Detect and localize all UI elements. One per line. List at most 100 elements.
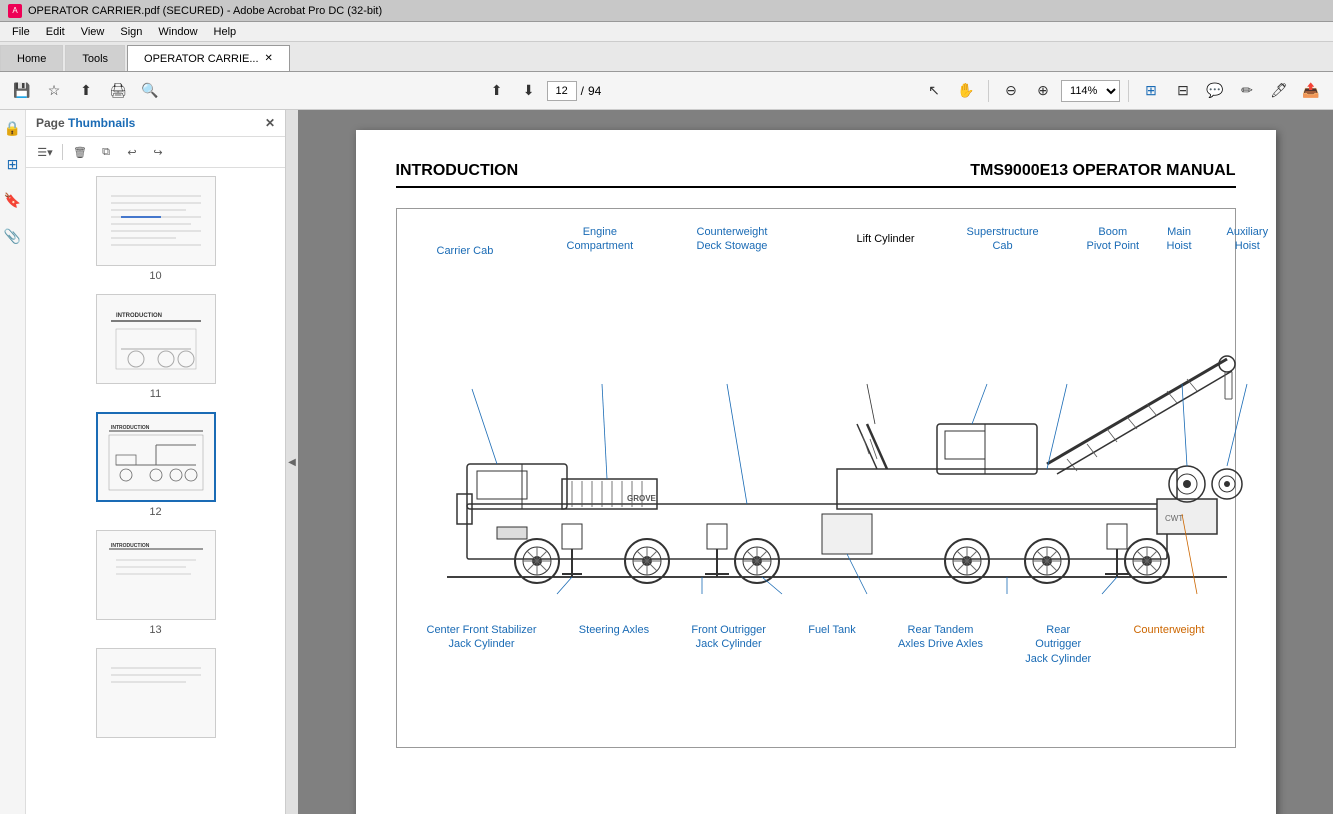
label-center-front-stab: Center Front StabilizerJack Cylinder [427,623,537,666]
top-labels-row: Carrier Cab EngineCompartment Counterwei… [407,225,1225,305]
diagram-container: Carrier Cab EngineCompartment Counterwei… [396,208,1236,748]
sidebar-close-icon[interactable]: ✕ [265,116,275,130]
page-nav: / 94 [547,81,602,101]
label-counterweight-deck: CounterweightDeck Stowage [697,225,768,254]
zoom-in-button[interactable]: ⊕ [1029,77,1057,105]
label-rear-tandem: Rear TandemAxles Drive Axles [898,623,983,666]
label-lift-cylinder: Lift Cylinder [857,233,915,245]
total-pages: 94 [588,84,601,98]
menu-help[interactable]: Help [206,24,245,40]
tab-bar: Home Tools OPERATOR CARRIE... ✕ [0,42,1333,72]
label-fuel-tank: Fuel Tank [808,623,856,666]
thumb-img-11: INTRODUCTION [96,294,216,384]
organize-button[interactable]: ⊟ [1169,77,1197,105]
toolbar: 💾 ☆ ⬆ 🖨 🔍 ⬆ ⬇ / 94 ↖ ✋ ⊖ ⊕ 114% 100% 75%… [0,72,1333,110]
title-bar: A OPERATOR CARRIER.pdf (SECURED) - Adobe… [0,0,1333,22]
sidebar-header-page-label: Page [36,116,68,130]
sidebar-header: Page Thumbnails ✕ [26,110,285,137]
menu-window[interactable]: Window [150,24,205,40]
save-button[interactable]: 💾 [8,77,36,105]
sidebar-delete-button[interactable]: 🗑 [69,141,91,163]
sidebar-collapse-handle[interactable]: ◀ [286,110,298,814]
upload-button[interactable]: ⬆ [72,77,100,105]
doc-page: INTRODUCTION TMS9000E13 OPERATOR MANUAL … [356,130,1276,814]
bottom-labels-row: Center Front StabilizerJack Cylinder Ste… [407,619,1225,666]
fit-page-button[interactable]: ⊞ [1137,77,1165,105]
thumbnail-13[interactable]: INTRODUCTION 13 [96,530,216,636]
next-page-button[interactable]: ⬇ [515,77,543,105]
lock-icon[interactable]: 🔒 [3,118,23,138]
comment-button[interactable]: 💬 [1201,77,1229,105]
menu-sign[interactable]: Sign [112,24,150,40]
search-button[interactable]: 🔍 [136,77,164,105]
thumbnail-12[interactable]: INTRODUCTION 12 [96,412,216,518]
pages-icon[interactable]: ⊞ [3,154,23,174]
prev-page-button[interactable]: ⬆ [483,77,511,105]
tab-tools[interactable]: Tools [65,45,125,71]
page-input[interactable] [547,81,577,101]
bookmark-strip-icon[interactable]: 🔖 [3,190,23,210]
print-button[interactable]: 🖨 [104,77,132,105]
zoom-select[interactable]: 114% 100% 75% 150% [1061,80,1120,102]
svg-text:INTRODUCTION: INTRODUCTION [111,425,150,431]
sidebar-redo-button[interactable]: ↪ [147,141,169,163]
crane-diagram: CWT [407,309,1225,619]
thumb-label-11: 11 [150,388,161,400]
edit-button[interactable]: ✏ [1233,77,1261,105]
menu-file[interactable]: File [4,24,38,40]
label-counterweight: Counterweight [1133,623,1204,666]
sidebar-toolbar: ☰▾ 🗑 ⧉ ↩ ↪ [26,137,285,168]
page-separator: / [581,84,584,98]
label-steering-axles: Steering Axles [579,623,649,666]
sidebar-title: Thumbnails [68,116,135,130]
thumb-img-14 [96,648,216,738]
sidebar-copy-button[interactable]: ⧉ [95,141,117,163]
label-auxiliary-hoist: AuxiliaryHoist [1227,225,1269,254]
tab-document[interactable]: OPERATOR CARRIE... ✕ [127,45,290,71]
thumb-img-10 [96,176,216,266]
sidebar: Page Thumbnails ✕ ☰▾ 🗑 ⧉ ↩ ↪ [26,110,286,814]
svg-text:GROVE: GROVE [627,494,657,503]
app-icon: A [8,4,22,18]
svg-text:INTRODUCTION: INTRODUCTION [116,313,162,319]
label-front-outrigger: Front OutriggerJack Cylinder [691,623,766,666]
sidebar-undo-button[interactable]: ↩ [121,141,143,163]
tab-close-icon[interactable]: ✕ [265,53,273,64]
menu-bar: File Edit View Sign Window Help [0,22,1333,42]
thumbnail-10[interactable]: 10 [96,176,216,282]
page-header: INTRODUCTION TMS9000E13 OPERATOR MANUAL [396,162,1236,188]
icon-strip: 🔒 ⊞ 🔖 📎 [0,110,26,814]
label-main-hoist: MainHoist [1167,225,1192,254]
sidebar-thumbnails: 10 INTRODUCTION [26,168,285,814]
page-right-title: TMS9000E13 OPERATOR MANUAL [970,162,1235,180]
thumbnail-11[interactable]: INTRODUCTION 11 [96,294,216,400]
main-layout: 🔒 ⊞ 🔖 📎 Page Thumbnails ✕ ☰▾ 🗑 ⧉ ↩ ↪ [0,110,1333,814]
thumb-img-12: INTRODUCTION [96,412,216,502]
pen-button[interactable]: 🖊 [1265,77,1293,105]
svg-text:CWT: CWT [1165,514,1183,523]
zoom-out-button[interactable]: ⊖ [997,77,1025,105]
select-tool-button[interactable]: ↖ [920,77,948,105]
tab-home[interactable]: Home [0,45,63,71]
thumb-label-12: 12 [149,506,161,518]
window-title: OPERATOR CARRIER.pdf (SECURED) - Adobe A… [28,5,382,17]
export-button[interactable]: 📤 [1297,77,1325,105]
thumb-img-13: INTRODUCTION [96,530,216,620]
thumb-label-13: 13 [149,624,161,636]
thumbnail-14[interactable] [96,648,216,742]
label-superstructure-cab: SuperstructureCab [967,225,1039,254]
label-boom-pivot: BoomPivot Point [1087,225,1140,254]
paperclip-icon[interactable]: 📎 [3,226,23,246]
bookmark-button[interactable]: ☆ [40,77,68,105]
document-area[interactable]: INTRODUCTION TMS9000E13 OPERATOR MANUAL … [298,110,1333,814]
menu-view[interactable]: View [73,24,113,40]
thumb-label-10: 10 [149,270,161,282]
label-rear-outrigger: RearOutriggerJack Cylinder [1025,623,1091,666]
label-engine-compartment: EngineCompartment [567,225,634,254]
label-carrier-cab: Carrier Cab [437,245,494,257]
page-left-title: INTRODUCTION [396,162,519,180]
menu-edit[interactable]: Edit [38,24,73,40]
svg-text:INTRODUCTION: INTRODUCTION [111,543,150,549]
hand-tool-button[interactable]: ✋ [952,77,980,105]
sidebar-menu-button[interactable]: ☰▾ [34,141,56,163]
